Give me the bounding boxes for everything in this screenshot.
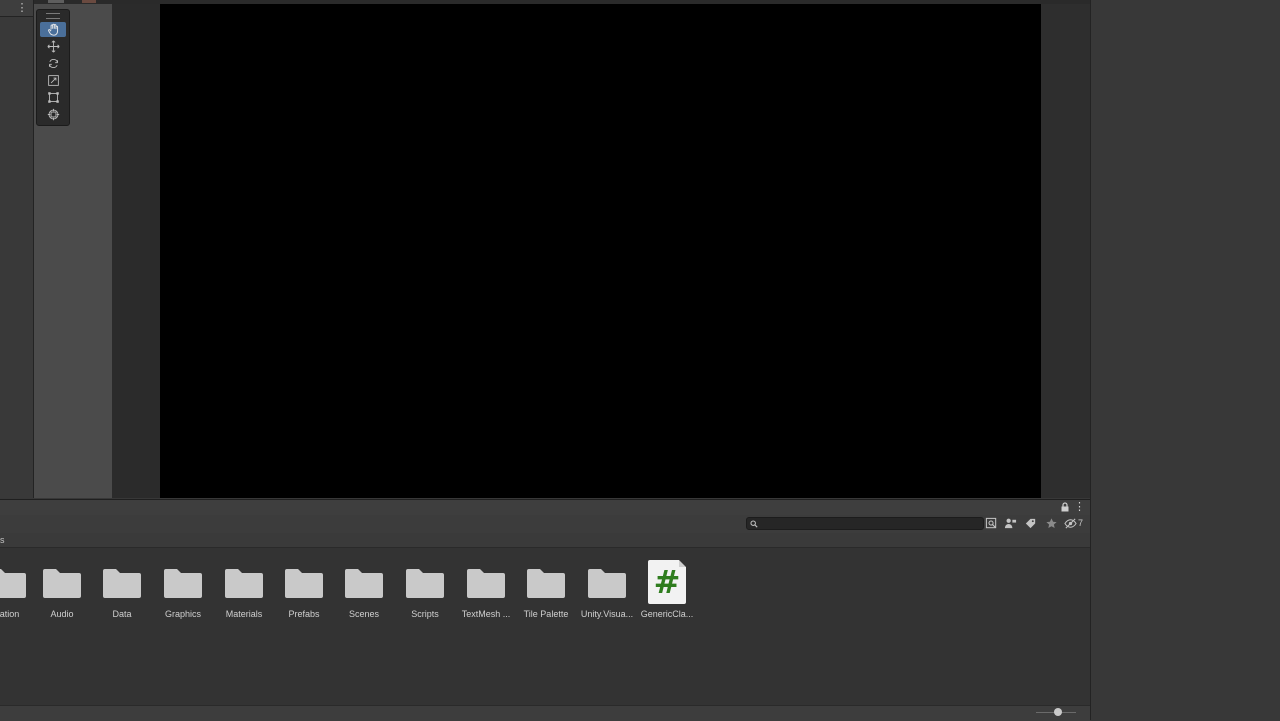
asset-folder-item[interactable]: Materials <box>214 560 274 628</box>
folder-icon <box>164 569 202 598</box>
hand-icon <box>47 23 58 36</box>
asset-script-item[interactable]: # GenericCla... <box>637 560 697 628</box>
hidden-packages-icon[interactable] <box>1064 517 1077 530</box>
tools-overlay <box>36 9 70 126</box>
folder-icon <box>527 569 565 598</box>
breadcrumb[interactable]: s <box>0 534 5 546</box>
breadcrumb-bar <box>0 533 1090 548</box>
asset-folder-item[interactable]: Tile Palette <box>516 560 576 628</box>
rect-icon <box>47 92 59 103</box>
asset-folder-item[interactable]: TextMesh ... <box>456 560 516 628</box>
game-view-margin <box>1041 4 1090 498</box>
lock-icon[interactable] <box>1060 502 1070 512</box>
move-icon <box>46 40 60 53</box>
folder-icon <box>0 569 26 598</box>
icon-size-slider-handle[interactable] <box>1054 708 1062 716</box>
asset-folder-item[interactable]: Unity.Visua... <box>577 560 637 628</box>
favorite-star-icon[interactable] <box>1045 517 1058 530</box>
folder-icon <box>285 569 323 598</box>
asset-folder-item[interactable]: Prefabs <box>274 560 334 628</box>
rotate-icon <box>48 58 58 69</box>
folder-icon <box>345 569 383 598</box>
game-view[interactable] <box>160 4 1041 498</box>
project-footer <box>0 705 1090 721</box>
rotate-tool[interactable] <box>40 56 66 71</box>
search-field[interactable] <box>746 517 984 530</box>
hand-tool[interactable] <box>40 22 66 37</box>
folder-icon <box>588 569 626 598</box>
csharp-script-icon: # <box>648 560 686 604</box>
asset-folder-item[interactable]: Scenes <box>334 560 394 628</box>
toolbar-button[interactable] <box>82 0 96 3</box>
asset-folder-item[interactable]: Scripts <box>395 560 455 628</box>
scale-icon <box>47 75 59 86</box>
move-tool[interactable] <box>40 39 66 54</box>
folder-icon <box>43 569 81 598</box>
folder-icon <box>103 569 141 598</box>
search-by-label-icon[interactable] <box>1004 517 1017 530</box>
transform-tool[interactable] <box>40 107 66 122</box>
hidden-packages-count: 7 <box>1078 518 1084 528</box>
project-menu-button[interactable]: ⋮ <box>1074 500 1085 514</box>
scale-tool[interactable] <box>40 73 66 88</box>
transform-icon <box>47 108 59 121</box>
toolbar-button[interactable] <box>48 0 64 3</box>
tools-drag-handle[interactable] <box>46 13 60 19</box>
tag-icon[interactable] <box>1024 517 1037 530</box>
asset-folder-item[interactable]: Graphics <box>153 560 213 628</box>
project-tab-header <box>0 499 1090 515</box>
rect-tool[interactable] <box>40 90 66 105</box>
asset-folder-item[interactable]: Audio <box>32 560 92 628</box>
hierarchy-menu-button[interactable]: ⋮ <box>15 1 29 15</box>
inspector-panel <box>1090 0 1280 720</box>
search-by-type-icon[interactable] <box>985 517 998 530</box>
asset-label: GenericCla... <box>640 609 694 619</box>
folder-icon <box>467 569 505 598</box>
folder-icon <box>225 569 263 598</box>
search-icon <box>750 520 758 528</box>
search-input[interactable] <box>761 518 971 529</box>
folder-icon <box>406 569 444 598</box>
asset-folder-item[interactable]: Data <box>92 560 152 628</box>
hierarchy-panel <box>0 0 34 498</box>
